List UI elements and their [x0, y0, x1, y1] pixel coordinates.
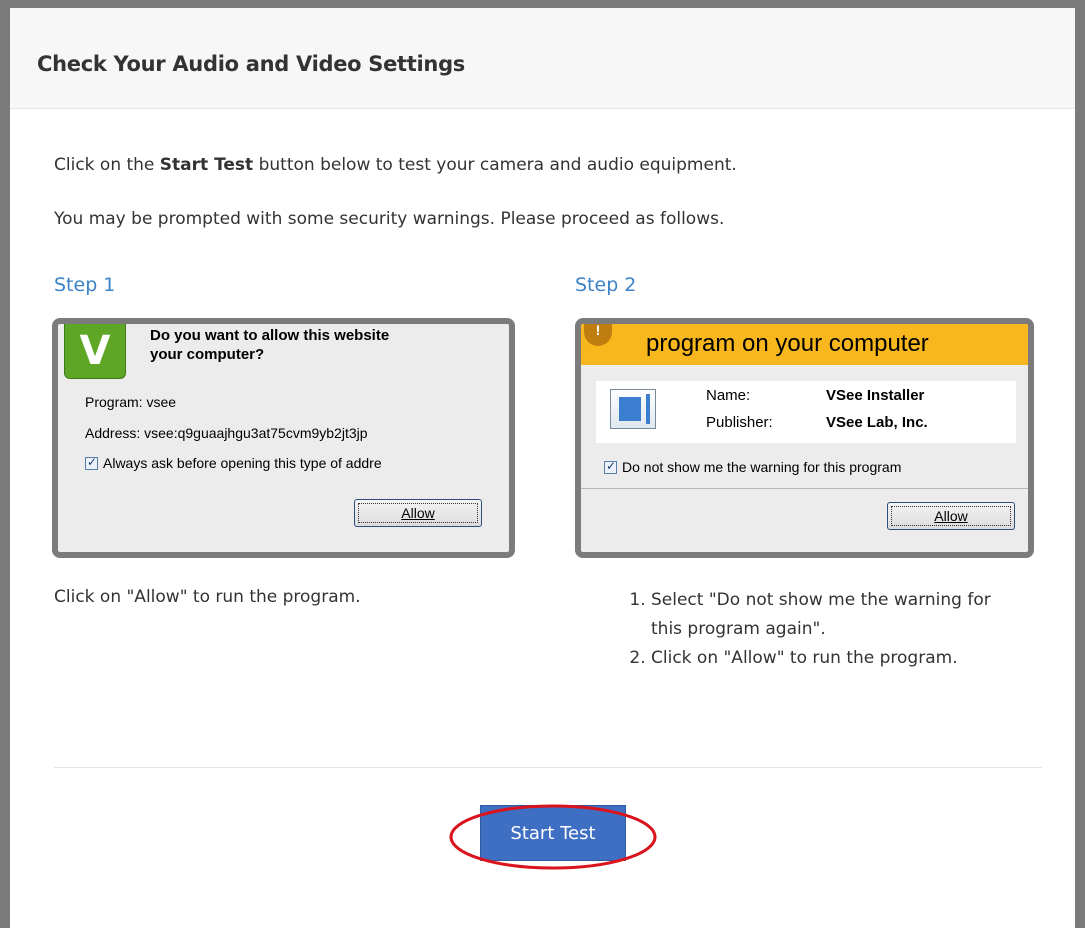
- step2-divider: [581, 488, 1028, 489]
- intro-prefix: Click on the: [54, 155, 160, 175]
- step1-checkbox-icon: ✓: [85, 455, 98, 470]
- step2-screenshot: ! program on your computer Name: VSee In…: [575, 318, 1034, 558]
- step2-publisher-label: Publisher:: [706, 414, 773, 431]
- step2-allow-button-image: Allow: [887, 502, 1015, 530]
- checkmark-icon: ✓: [87, 455, 98, 469]
- step2-publisher-value: VSee Lab, Inc.: [826, 414, 928, 431]
- step2-banner-text: program on your computer: [646, 330, 929, 357]
- step2-instruction-item: Select "Do not show me the warning for t…: [651, 586, 1011, 644]
- footer-divider: [54, 767, 1042, 768]
- step1-screenshot: V Do you want to allow this website your…: [52, 318, 515, 558]
- intro-suffix: button below to test your camera and aud…: [253, 155, 737, 175]
- intro-text: Click on the Start Test button below to …: [54, 155, 737, 175]
- step1-question-line1: Do you want to allow this website: [150, 327, 390, 344]
- step2-checkbox-icon: ✓: [604, 459, 617, 474]
- checkmark-icon: ✓: [606, 459, 617, 473]
- step2-instruction-item: Click on "Allow" to run the program.: [651, 644, 1011, 673]
- intro-start-test-emphasis: Start Test: [159, 155, 254, 175]
- vsee-logo-icon: V: [64, 324, 126, 379]
- step1-question: Do you want to allow this website your c…: [150, 326, 389, 364]
- audio-video-settings-modal: Check Your Audio and Video Settings Clic…: [10, 8, 1075, 928]
- step1-checkbox-row: ✓ Always ask before opening this type of …: [85, 455, 382, 471]
- shield-warning-icon: !: [584, 324, 612, 346]
- modal-header: Check Your Audio and Video Settings: [10, 8, 1075, 109]
- step2-checkbox-row: ✓ Do not show me the warning for this pro…: [604, 459, 901, 475]
- step2-title: Step 2: [575, 274, 637, 296]
- step2-name-label: Name:: [706, 387, 751, 404]
- installer-package-bar: [646, 394, 650, 424]
- step2-checkbox-label: Do not show me the warning for this prog…: [622, 459, 902, 475]
- step2-warning-banner: ! program on your computer: [581, 324, 1028, 365]
- step2-name-value: VSee Installer: [826, 387, 925, 404]
- modal-title: Check Your Audio and Video Settings: [37, 52, 466, 76]
- step2-instructions: Select "Do not show me the warning for t…: [601, 586, 1011, 673]
- step1-address-line: Address: vsee:q9guaajhgu3at75cvm9yb2jt3j…: [85, 425, 368, 441]
- step1-title: Step 1: [54, 274, 116, 296]
- security-warning-text: You may be prompted with some security w…: [54, 209, 725, 229]
- step2-publisher-panel: Name: VSee Installer Publisher: VSee Lab…: [596, 381, 1016, 443]
- step1-program-line: Program: vsee: [85, 394, 177, 410]
- step1-checkbox-label: Always ask before opening this type of a…: [103, 455, 382, 471]
- step1-caption: Click on "Allow" to run the program.: [54, 587, 361, 607]
- step1-question-line2: your computer?: [150, 346, 265, 363]
- installer-package-icon: [610, 389, 656, 429]
- step1-allow-button-image: Allow: [354, 499, 482, 527]
- installer-package-window: [619, 397, 641, 421]
- start-test-button[interactable]: Start Test: [480, 805, 626, 861]
